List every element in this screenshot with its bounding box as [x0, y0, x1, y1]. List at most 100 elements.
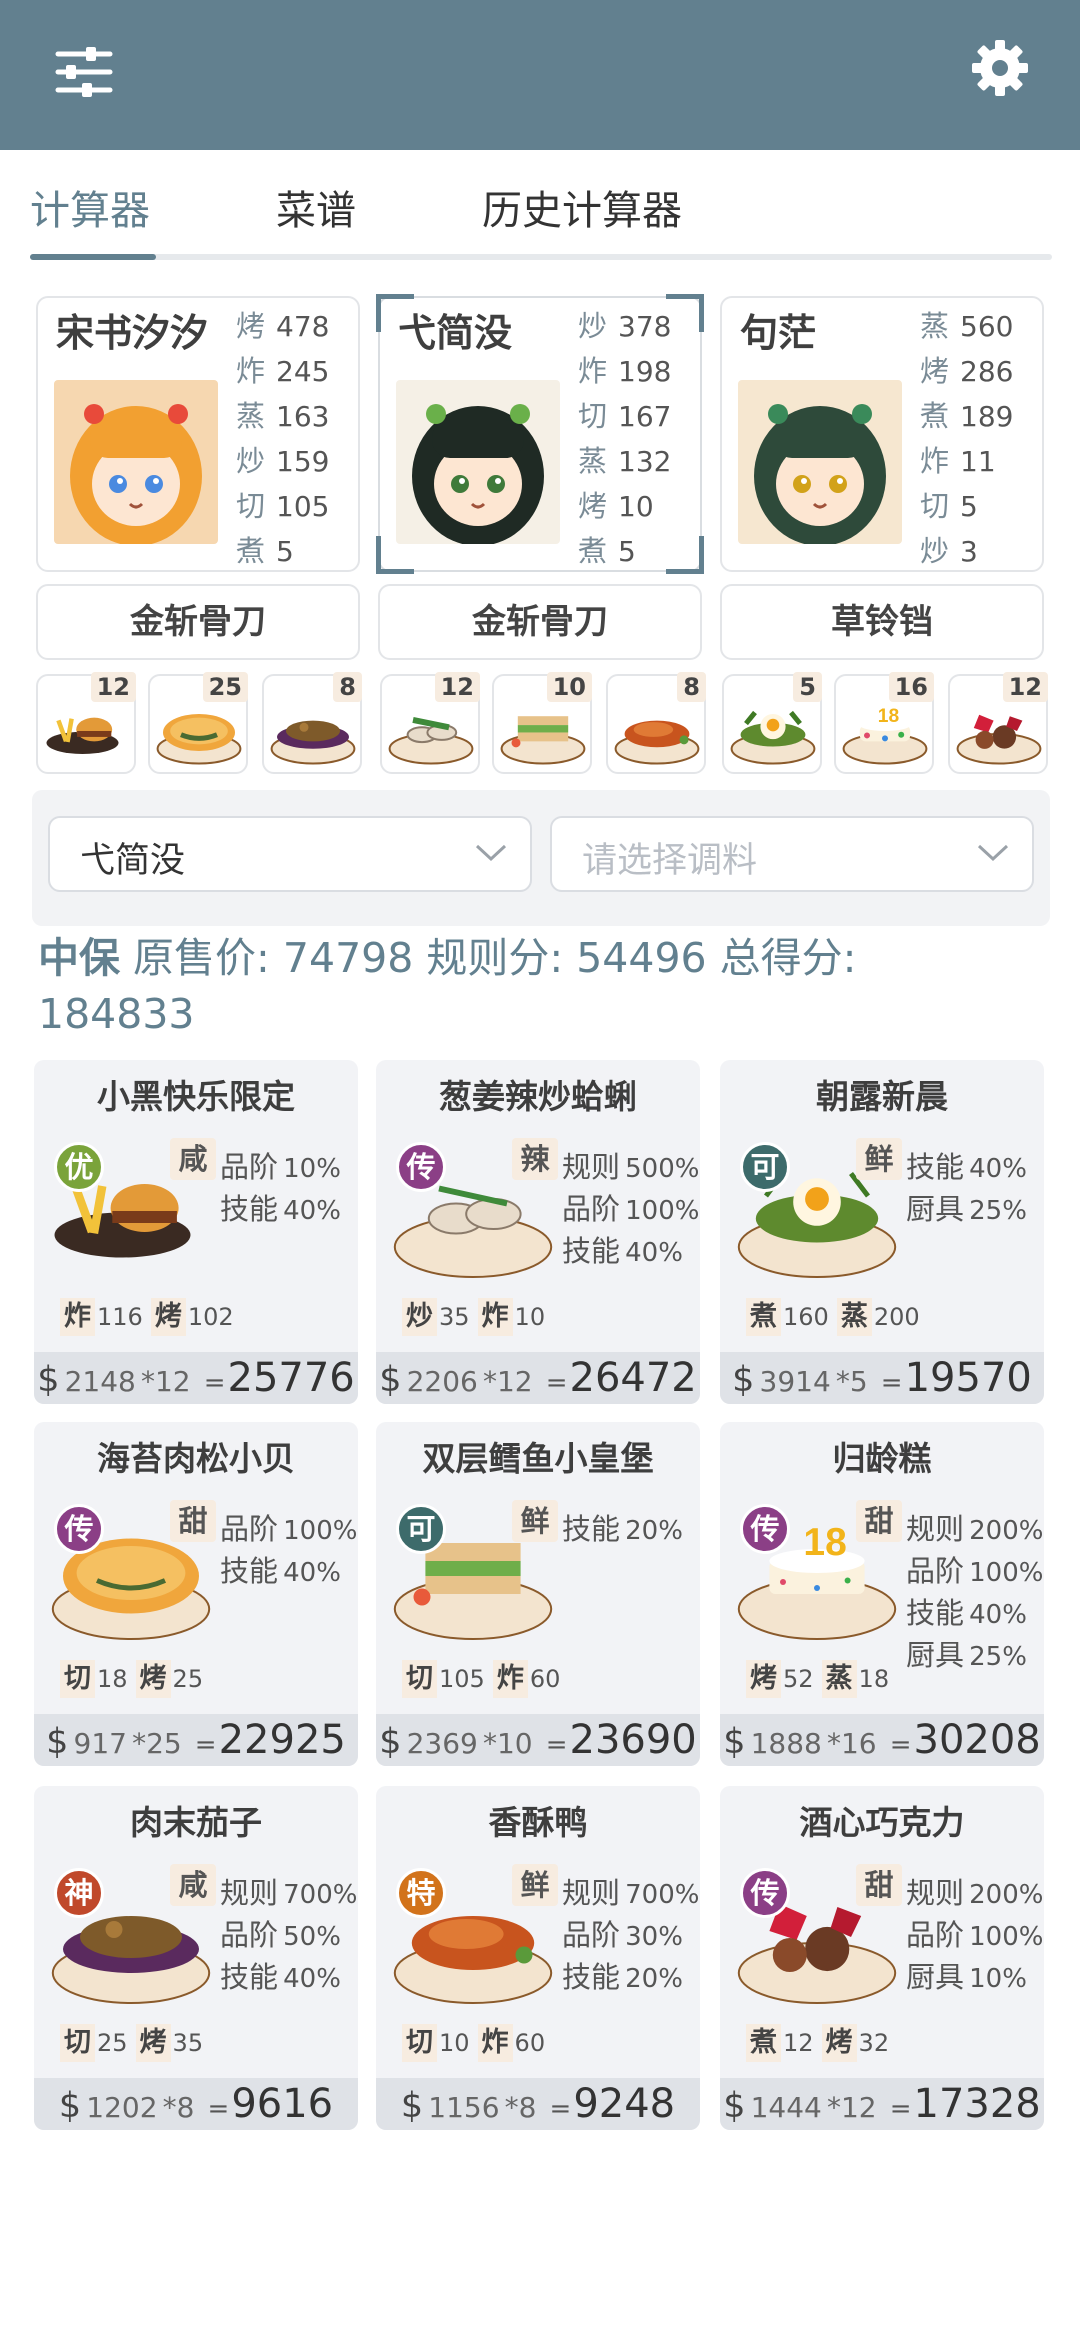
chef-stat: 煮 189 [920, 394, 1040, 439]
req-skill: 烤 [746, 1660, 781, 1698]
dish-card[interactable]: 酒心巧克力 传 甜 规则 200% 品阶 100% 厨具 10% 煮 12 烤 32 $ … [720, 1786, 1044, 2130]
quantity-badge: 12 [90, 672, 136, 702]
app-bar [0, 0, 1080, 150]
stat-skill: 炸 [236, 354, 266, 388]
seasoning-select[interactable]: 请选择调料 [550, 816, 1034, 892]
tab-history[interactable]: 历史计算器 [482, 178, 682, 236]
tool-button[interactable]: 金斩骨刀 [36, 584, 360, 660]
stat-value: 11 [960, 445, 996, 478]
quantity-badge: 25 [202, 672, 248, 702]
req-value: 60 [529, 1665, 561, 1693]
dish-card[interactable]: 葱姜辣炒蛤蜊 传 辣 规则 500% 品阶 100% 技能 40% 炒 35 炸 10 $… [376, 1060, 700, 1404]
rarity-badge: 传 [740, 1504, 790, 1554]
bonus-row: 技能 40% [220, 1550, 357, 1592]
dish-name: 海苔肉松小贝 [97, 1439, 295, 1478]
stat-value: 478 [276, 310, 330, 343]
bonus-value: 10% [283, 1154, 341, 1184]
currency-symbol: $ [58, 2086, 82, 2126]
stat-value: 378 [618, 310, 672, 343]
req-value: 52 [783, 1665, 814, 1693]
dish-card[interactable]: 海苔肉松小贝 传 甜 品阶 100% 技能 40% 切 18 烤 25 $ 917 *2… [34, 1422, 358, 1766]
dish-card[interactable]: 双层鳕鱼小皇堡 可 鲜 技能 20% 切 105 炸 60 $ 2369 *10 =2… [376, 1422, 700, 1766]
chef-card[interactable]: 句茫 蒸 560 烤 286 煮 189 炸 11 切 5 炒 3 [720, 296, 1044, 572]
price-bar: $ 1444 *12 =17328 [720, 2078, 1044, 2130]
selection-corner [376, 294, 414, 332]
multiplier: *16 [826, 1727, 877, 1760]
bonus-row: 技能 40% [220, 1188, 341, 1230]
recipe-thumb[interactable]: 12 [948, 672, 1048, 774]
chef-stat: 炸 198 [578, 349, 698, 394]
quantity-badge: 8 [677, 672, 706, 702]
chef-stat: 烤 286 [920, 349, 1040, 394]
dish-card[interactable]: 小黑快乐限定 优 咸 品阶 10% 技能 40% 炸 116 烤 102 $ 2148 … [34, 1060, 358, 1404]
sliders-icon[interactable] [52, 44, 116, 100]
recipe-thumb[interactable]: 5 [722, 672, 822, 774]
tool-button[interactable]: 金斩骨刀 [378, 584, 702, 660]
currency-symbol: $ [732, 1360, 755, 1400]
dish-name: 香酥鸭 [488, 1803, 588, 1842]
equals-sign: = [889, 1730, 912, 1760]
bonus-value: 100% [969, 1922, 1044, 1952]
req-skill: 煮 [746, 2024, 781, 2062]
skill-requirements: 煮 12 烤 32 [746, 2024, 897, 2064]
chef-stat: 炒 159 [236, 439, 356, 484]
chevron-down-icon [977, 844, 1009, 862]
equals-sign: = [207, 2094, 230, 2124]
dish-card[interactable]: 朝露新晨 可 鲜 技能 40% 厨具 25% 煮 160 蒸 200 $ 3914 *5… [720, 1060, 1044, 1404]
dish-card[interactable]: 肉末茄子 神 咸 规则 700% 品阶 50% 技能 40% 切 25 烤 35 $ 12… [34, 1786, 358, 2130]
chef-card[interactable]: 弋简没 炒 378 炸 198 切 167 蒸 132 烤 10 煮 5 [376, 294, 704, 574]
gear-icon[interactable] [968, 36, 1032, 100]
chef-stat: 烤 10 [578, 484, 698, 529]
dish-card[interactable]: 香酥鸭 特 鲜 规则 700% 品阶 30% 技能 20% 切 10 炸 60 $ 115… [376, 1786, 700, 2130]
rarity-badge: 传 [740, 1868, 790, 1918]
stat-skill: 蒸 [578, 444, 608, 478]
req-skill: 煮 [746, 1298, 781, 1336]
dish-card[interactable]: 归龄糕 18 传 甜 规则 200% 品阶 100% 技能 40% 厨具 25% 烤5… [720, 1422, 1044, 1766]
recipe-thumb[interactable]: 8 [262, 672, 362, 774]
bonus-value: 40% [283, 1964, 341, 1994]
recipe-thumb[interactable]: 8 [606, 672, 706, 774]
price-bar: $ 2148 *12 =25776 [34, 1352, 358, 1404]
stat-skill: 炒 [236, 444, 266, 478]
stat-skill: 煮 [578, 534, 608, 568]
currency-symbol: $ [400, 2086, 424, 2126]
eggplant-icon [270, 720, 356, 765]
recipe-thumb[interactable]: 18 16 [834, 672, 934, 774]
stat-skill: 切 [236, 489, 266, 523]
equals-sign: = [889, 2094, 912, 2124]
burger-fries-icon [46, 717, 119, 754]
req-value: 35 [439, 1303, 470, 1331]
tool-button[interactable]: 草铃铛 [720, 584, 1044, 660]
stat-skill: 切 [578, 399, 608, 433]
bonus-value: 200% [969, 1516, 1044, 1546]
quantity-badge: 10 [546, 672, 592, 702]
chef-select[interactable]: 弋简没 [48, 816, 532, 892]
multiplier: *12 [140, 1365, 191, 1398]
recipe-thumb[interactable]: 10 [492, 672, 592, 774]
bonus-label: 厨具 [906, 1192, 965, 1226]
recipe-thumb[interactable]: 12 [36, 672, 136, 774]
bonus-row: 品阶 50% [220, 1914, 357, 1956]
bonus-value: 200% [969, 1880, 1044, 1910]
tab-recipes[interactable]: 菜谱 [276, 178, 356, 236]
chef-stat: 烤 478 [236, 304, 356, 349]
bonus-value: 700% [625, 1880, 700, 1910]
chef-stat: 煮5 [236, 529, 356, 574]
recipe-thumb[interactable]: 12 [380, 672, 480, 774]
stat-value: 560 [960, 310, 1014, 343]
dish-total: 9616 [231, 2081, 334, 2127]
avatar [54, 380, 218, 544]
bonus-value: 50% [283, 1922, 341, 1952]
equals-sign: = [203, 1368, 226, 1398]
price-bar: $ 1156 *8 =9248 [376, 2078, 700, 2130]
score-summary: 中保 原售价: 74798 规则分: 54496 总得分: 184833 [38, 930, 1048, 1042]
bonus-row: 品阶 10% [220, 1146, 341, 1188]
tab-calculator[interactable]: 计算器 [30, 178, 150, 236]
flavor-badge: 鲜 [512, 1864, 558, 1906]
equals-sign: = [194, 1730, 217, 1760]
bonus-value: 40% [969, 1600, 1027, 1630]
bonus-list: 技能 20% [562, 1508, 683, 1550]
recipe-thumb[interactable]: 25 [148, 672, 248, 774]
price-bar: $ 3914 *5 =19570 [720, 1352, 1044, 1404]
chef-card[interactable]: 宋书汐汐 烤 478 炸 245 蒸 163 炒 159 切 105 煮 5 [36, 296, 360, 572]
